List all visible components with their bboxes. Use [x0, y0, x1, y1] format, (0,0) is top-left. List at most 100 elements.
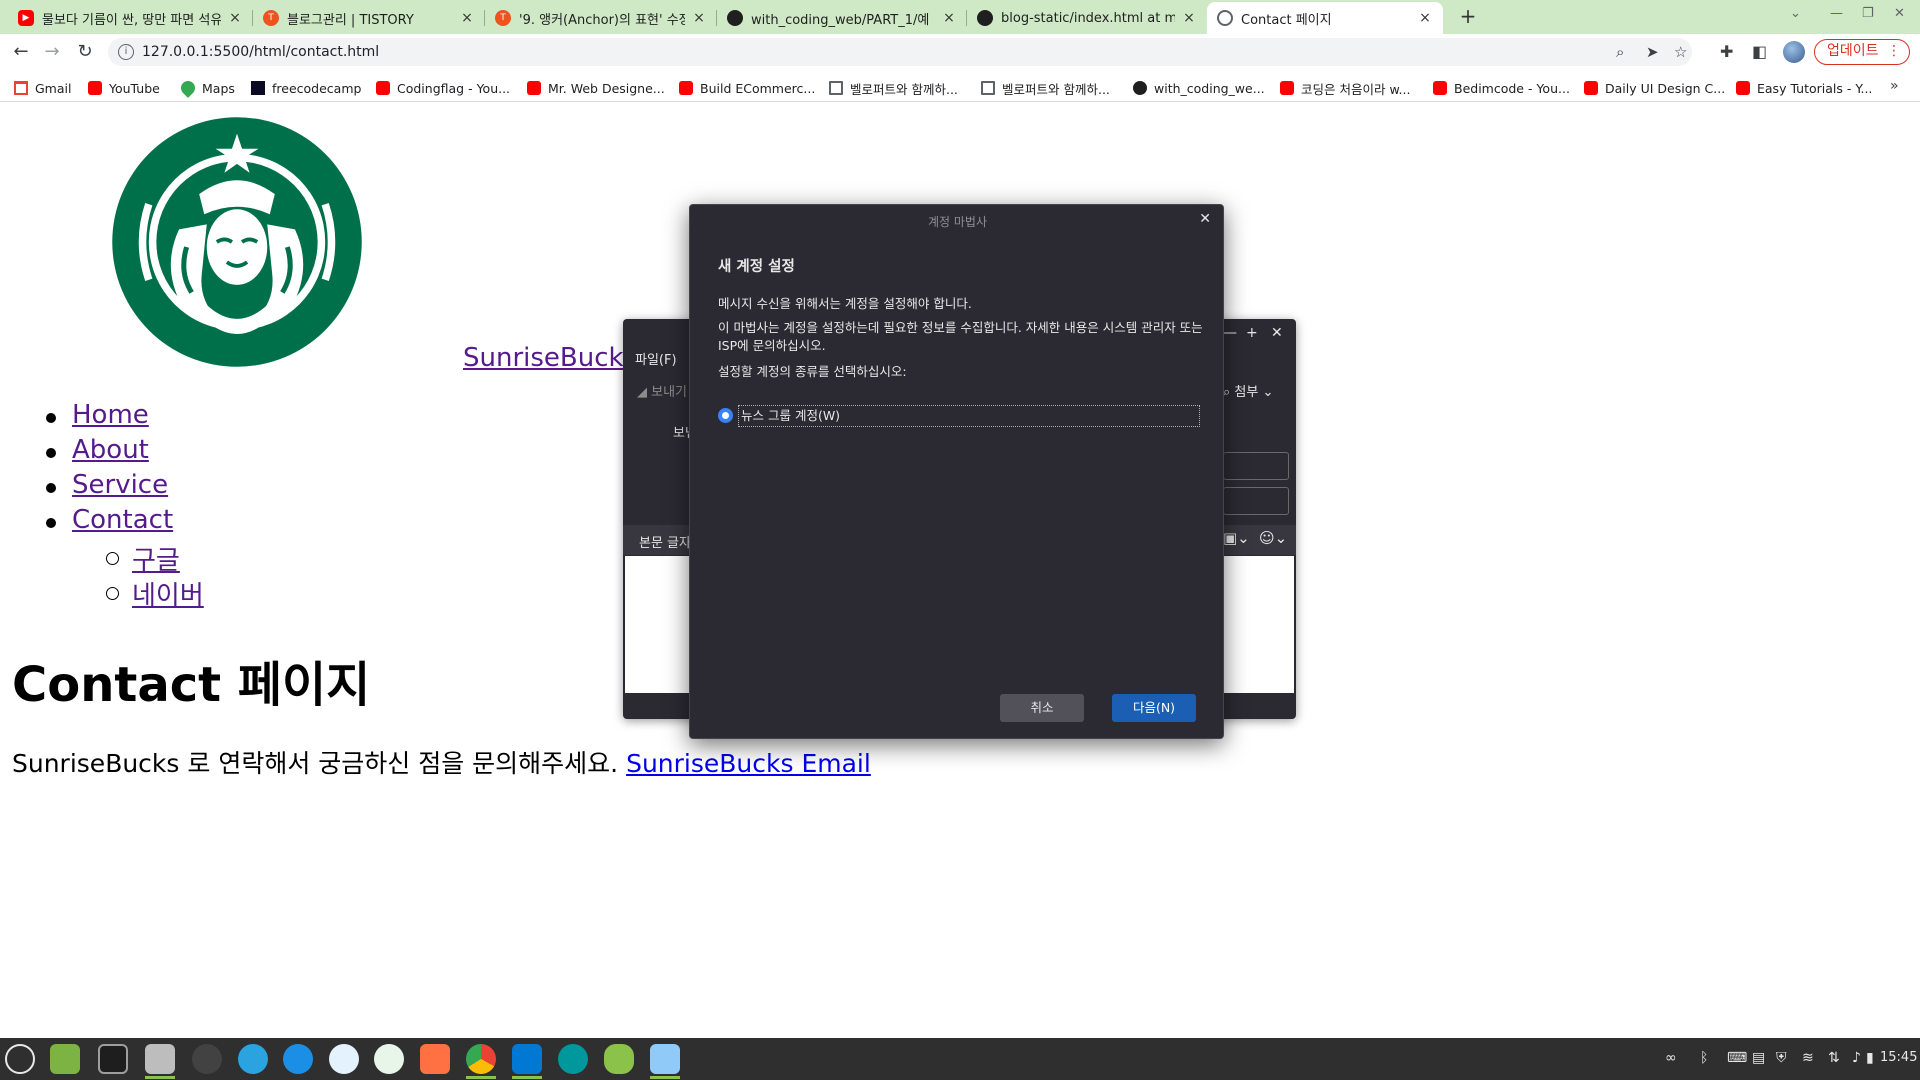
send-to-device-icon[interactable]: ➤	[1646, 43, 1659, 61]
more-menu-icon[interactable]: ⋮	[1887, 40, 1901, 63]
maximize-icon[interactable]: +	[1246, 325, 1258, 341]
youtube-icon	[679, 81, 693, 95]
zoom-icon[interactable]: ⌕	[1616, 43, 1624, 61]
infinity-tray-icon[interactable]: ∞	[1665, 1050, 1677, 1066]
tab-github-blog-static[interactable]: blog-static/index.html at mai ×	[967, 2, 1207, 34]
close-window-icon[interactable]: ✕	[1894, 6, 1905, 21]
url-text[interactable]: 127.0.0.1:5500/html/contact.html	[142, 44, 379, 60]
terminal-icon[interactable]	[98, 1044, 128, 1074]
arduino-icon[interactable]	[558, 1044, 588, 1074]
android-studio-icon[interactable]	[604, 1044, 634, 1074]
more-bookmarks-icon[interactable]: »	[1890, 78, 1899, 94]
bookmark-codingflag[interactable]: Codingflag - You...	[376, 78, 510, 98]
clipboard-icon[interactable]: ▤	[1752, 1050, 1765, 1066]
bookmark-gmail[interactable]: Gmail	[14, 78, 71, 98]
bookmark-bedimcode[interactable]: Bedimcode - You...	[1433, 78, 1570, 98]
close-tab-icon[interactable]: ×	[1417, 10, 1433, 26]
send-button[interactable]: ◢ 보내기	[637, 381, 687, 400]
nav-contact-link[interactable]: Contact	[45, 505, 173, 540]
back-icon[interactable]: ←	[9, 40, 33, 64]
maps-icon	[178, 78, 198, 98]
bookmark-youtube[interactable]: YouTube	[88, 78, 160, 98]
subnav-naver-link[interactable]: 네이버	[106, 575, 204, 611]
network-icon[interactable]: ⇅	[1828, 1050, 1840, 1066]
minimize-icon[interactable]: —	[1223, 325, 1237, 341]
bookmark-with-coding-web[interactable]: with_coding_we...	[1133, 78, 1265, 98]
subnav-google-link[interactable]: 구글	[106, 540, 204, 576]
attach-button[interactable]: ⌕ 첨부 ⌄	[1223, 381, 1273, 400]
cancel-button[interactable]: 취소	[1000, 694, 1084, 722]
bookmark-coding-first[interactable]: 코딩은 처음이라 w...	[1280, 78, 1410, 98]
update-button[interactable]: 업데이트 ⋮	[1814, 39, 1910, 65]
bookmark-mr-web-designer[interactable]: Mr. Web Designe...	[527, 78, 665, 98]
bookmark-maps[interactable]: Maps	[178, 78, 235, 98]
bookmark-star-icon[interactable]: ☆	[1674, 43, 1687, 61]
bookmark-velopert-2[interactable]: 벨로퍼트와 함께하...	[981, 78, 1110, 98]
tistory-icon: T	[495, 10, 511, 26]
close-tab-icon[interactable]: ×	[1181, 10, 1197, 26]
recipient-field[interactable]	[1223, 452, 1289, 480]
thunderbird-icon[interactable]	[650, 1044, 680, 1074]
show-desktop-icon[interactable]	[50, 1044, 80, 1074]
nav-service-link[interactable]: Service	[45, 470, 173, 505]
battery-icon[interactable]: ▮	[1866, 1050, 1874, 1066]
draw-app-icon[interactable]	[329, 1044, 359, 1074]
keyboard-icon[interactable]: ⌨	[1727, 1050, 1747, 1066]
vscode-icon[interactable]	[512, 1044, 542, 1074]
nav-home-link[interactable]: Home	[45, 400, 173, 435]
brand-link[interactable]: SunriseBucks	[463, 343, 637, 373]
site-info-icon[interactable]: i	[118, 44, 134, 60]
mongodb-icon[interactable]	[374, 1044, 404, 1074]
chrome-icon[interactable]	[466, 1044, 496, 1074]
forward-icon[interactable]: →	[40, 40, 64, 64]
emoji-icon[interactable]: ☺⌄	[1259, 529, 1287, 547]
mint-menu-icon[interactable]	[5, 1044, 35, 1074]
newsgroup-account-option[interactable]: 뉴스 그룹 계정(W)	[718, 405, 1200, 427]
next-button[interactable]: 다음(N)	[1112, 694, 1196, 722]
close-tab-icon[interactable]: ×	[459, 10, 475, 26]
extensions-icon[interactable]: ✚	[1720, 42, 1733, 61]
bookmark-velopert-1[interactable]: 벨로퍼트와 함께하...	[829, 78, 958, 98]
bookmark-daily-ui[interactable]: Daily UI Design C...	[1584, 78, 1725, 98]
page-title: Contact 페이지	[12, 657, 371, 713]
nav-about-link[interactable]: About	[45, 435, 173, 470]
clock[interactable]: 15:45	[1880, 1050, 1917, 1065]
reload-icon[interactable]: ↻	[73, 40, 97, 64]
close-icon[interactable]: ✕	[1271, 325, 1283, 341]
close-tab-icon[interactable]: ×	[941, 10, 957, 26]
new-tab-button[interactable]: +	[1455, 4, 1481, 30]
close-icon[interactable]: ✕	[1199, 211, 1211, 227]
shield-icon[interactable]: ⛨	[1776, 1050, 1787, 1066]
obs-icon[interactable]	[192, 1044, 222, 1074]
bluetooth-icon[interactable]: ᛒ	[1700, 1050, 1708, 1066]
tab-tistory-admin[interactable]: T 블로그관리 | TISTORY ×	[253, 2, 485, 34]
paragraph-format-select[interactable]: 본문 글자	[639, 532, 691, 551]
address-bar[interactable]: i 127.0.0.1:5500/html/contact.html ⌕ ➤ ☆	[108, 38, 1692, 66]
volume-icon[interactable]: ♪	[1852, 1050, 1861, 1066]
close-tab-icon[interactable]: ×	[227, 10, 243, 26]
radio-selected-icon[interactable]	[718, 408, 733, 423]
close-tab-icon[interactable]: ×	[691, 10, 707, 26]
subject-field[interactable]	[1223, 487, 1289, 515]
wizard-description-3: 설정할 계정의 종류를 선택하십시오:	[718, 364, 907, 379]
tab-contact-page[interactable]: Contact 페이지 ×	[1207, 2, 1443, 34]
profile-avatar[interactable]	[1783, 41, 1805, 63]
minimize-icon[interactable]: —	[1830, 6, 1843, 21]
insert-image-icon[interactable]: ▣⌄	[1223, 529, 1250, 547]
bookmark-build-ecommerce[interactable]: Build ECommerc...	[679, 78, 815, 98]
file-manager-icon[interactable]	[145, 1044, 175, 1074]
tab-github-part1[interactable]: with_coding_web/PART_1/예 ×	[717, 2, 967, 34]
telegram-icon[interactable]	[238, 1044, 268, 1074]
menu-file[interactable]: 파일(F)	[635, 349, 677, 368]
wifi-icon[interactable]: ≋	[1802, 1050, 1814, 1066]
side-panel-icon[interactable]: ◧	[1752, 42, 1767, 61]
firefox-icon[interactable]	[420, 1044, 450, 1074]
tab-youtube-video[interactable]: ▶ 물보다 기름이 싼, 땅만 파면 석유 ×	[8, 2, 253, 34]
edge-icon[interactable]	[283, 1044, 313, 1074]
restore-icon[interactable]: ❐	[1862, 6, 1874, 21]
bookmark-freecodecamp[interactable]: freecodecamp	[251, 78, 361, 98]
email-link[interactable]: SunriseBucks Email	[626, 749, 871, 778]
tab-search-icon[interactable]: ⌄	[1790, 6, 1801, 21]
tab-tistory-edit[interactable]: T '9. 앵커(Anchor)의 표현' 수정하 ×	[485, 2, 717, 34]
bookmark-easy-tutorials[interactable]: Easy Tutorials - Y...	[1736, 78, 1872, 98]
